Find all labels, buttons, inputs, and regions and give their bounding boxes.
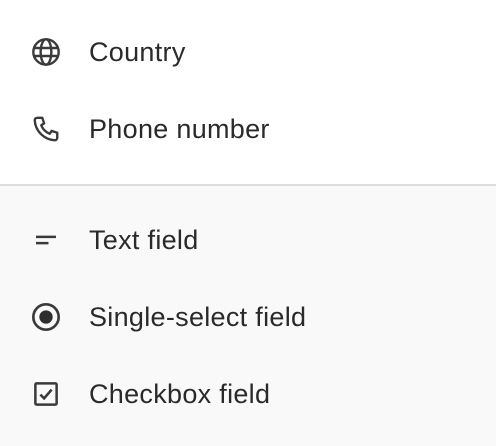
menu-item-label: Checkbox field bbox=[89, 379, 271, 409]
phone-icon bbox=[28, 111, 64, 147]
globe-icon bbox=[28, 34, 64, 70]
menu-item-phone-number[interactable]: Phone number bbox=[0, 98, 496, 160]
menu-item-checkbox-field[interactable]: Checkbox field bbox=[0, 363, 496, 425]
menu-section-fields: Text field Single-select field Checkbox … bbox=[0, 186, 496, 446]
menu-item-label: Phone number bbox=[89, 114, 270, 144]
radio-button-icon bbox=[28, 299, 64, 335]
menu-item-single-select-field[interactable]: Single-select field bbox=[0, 286, 496, 348]
menu-section-contact: Country Phone number bbox=[0, 0, 496, 184]
menu-item-text-field[interactable]: Text field bbox=[0, 209, 496, 271]
menu-item-label: Country bbox=[89, 37, 186, 67]
short-text-icon bbox=[28, 222, 64, 258]
field-type-menu: Country Phone number Text field Single-s… bbox=[0, 0, 496, 446]
checkbox-icon bbox=[28, 376, 64, 412]
menu-item-country[interactable]: Country bbox=[0, 21, 496, 83]
menu-item-label: Text field bbox=[89, 225, 199, 255]
menu-item-label: Single-select field bbox=[89, 302, 307, 332]
